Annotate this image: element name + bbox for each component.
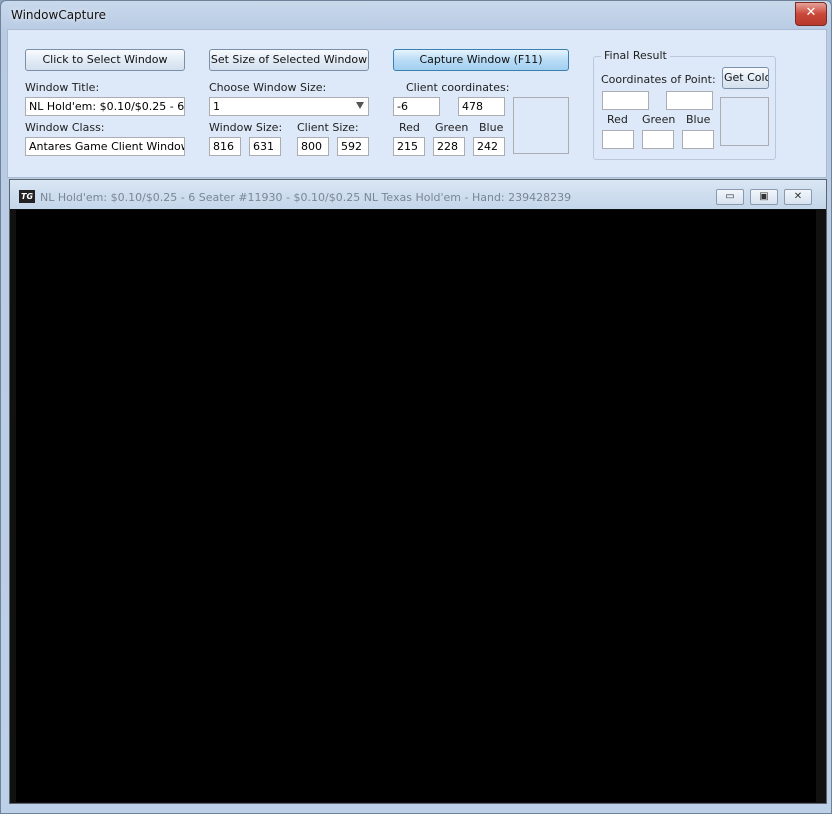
window-title-label: Window Title: (25, 81, 100, 94)
window-size-select-value: 1 (213, 100, 220, 113)
captured-content-area[interactable] (16, 210, 816, 802)
form-panel: Click to Select Window Set Size of Selec… (7, 29, 827, 178)
blue-label: Blue (479, 121, 504, 134)
window-size-select[interactable]: 1 (209, 97, 369, 116)
choose-size-label: Choose Window Size: (209, 81, 327, 94)
final-green-field[interactable] (642, 130, 674, 149)
captured-window-title: NL Hold'em: $0.10/$0.25 - 6 Seater #1193… (40, 191, 572, 204)
client-width-field[interactable]: 800 (297, 137, 329, 156)
maximize-button[interactable]: ▣ (750, 189, 778, 205)
app-logo-icon: TG (19, 190, 35, 203)
final-coord-y-field[interactable] (666, 91, 713, 110)
final-red-label: Red (607, 113, 628, 126)
red-value-field[interactable]: 215 (393, 137, 425, 156)
final-result-group: Final Result Coordinates of Point: Get C… (593, 49, 776, 160)
window-class-label: Window Class: (25, 121, 105, 134)
final-green-label: Green (642, 113, 676, 126)
client-height-field[interactable]: 592 (337, 137, 369, 156)
coords-of-point-label: Coordinates of Point: (601, 73, 716, 86)
client-size-label: Client Size: (297, 121, 359, 134)
chevron-down-icon (356, 102, 364, 109)
client-coord-x-field[interactable]: -6 (393, 97, 440, 116)
window-size-label: Window Size: (209, 121, 283, 134)
client-coord-y-field[interactable]: 478 (458, 97, 505, 116)
captured-window: TG NL Hold'em: $0.10/$0.25 - 6 Seater #1… (9, 179, 827, 804)
set-size-button[interactable]: Set Size of Selected Window (209, 49, 369, 71)
final-coord-x-field[interactable] (602, 91, 649, 110)
blue-value-field[interactable]: 242 (473, 137, 505, 156)
final-result-label: Final Result (601, 49, 670, 62)
window-class-field[interactable]: Antares Game Client Window Cla (25, 137, 185, 156)
get-color-button[interactable]: Get Color (722, 67, 769, 89)
title-bar[interactable]: WindowCapture ✕ (1, 1, 831, 29)
close-button[interactable]: ✕ (795, 2, 827, 26)
window-height-field[interactable]: 631 (249, 137, 281, 156)
capture-window-button[interactable]: Capture Window (F11) (393, 49, 569, 71)
windowcapture-window: WindowCapture ✕ Click to Select Window S… (0, 0, 832, 814)
red-label: Red (399, 121, 420, 134)
client-coords-label: Client coordinates: (406, 81, 510, 94)
window-title: WindowCapture (11, 8, 107, 22)
close-icon: ✕ (793, 191, 803, 202)
captured-window-titlebar[interactable]: TG NL Hold'em: $0.10/$0.25 - 6 Seater #1… (10, 180, 826, 209)
minimize-button[interactable]: ▭ (716, 189, 744, 205)
color-swatch (513, 97, 569, 154)
final-blue-field[interactable] (682, 130, 714, 149)
window-title-field[interactable]: NL Hold'em: $0.10/$0.25 - 6 Seat (25, 97, 185, 116)
green-label: Green (435, 121, 469, 134)
final-red-field[interactable] (602, 130, 634, 149)
final-color-swatch (720, 97, 769, 146)
window-width-field[interactable]: 816 (209, 137, 241, 156)
select-window-button[interactable]: Click to Select Window (25, 49, 185, 71)
minimize-icon: ▭ (725, 191, 735, 202)
final-blue-label: Blue (686, 113, 711, 126)
maximize-icon: ▣ (759, 191, 769, 202)
captured-close-button[interactable]: ✕ (784, 189, 812, 205)
green-value-field[interactable]: 228 (433, 137, 465, 156)
